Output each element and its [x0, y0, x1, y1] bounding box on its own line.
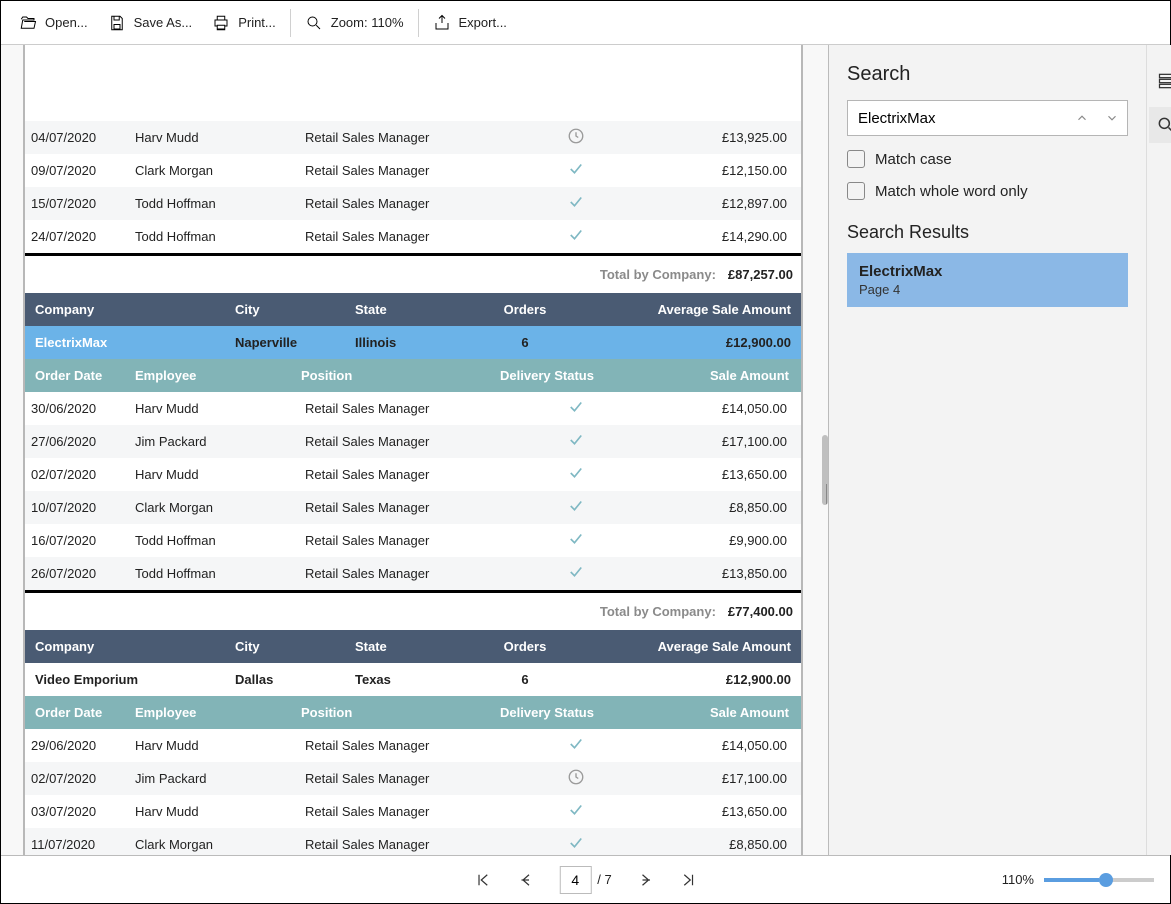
search-result-item[interactable]: ElectrixMax Page 4: [847, 253, 1128, 307]
table-row: 24/07/2020Todd HoffmanRetail Sales Manag…: [25, 220, 801, 253]
sub-header: Order DateEmployeePositionDelivery Statu…: [25, 696, 801, 729]
search-input[interactable]: [848, 110, 1067, 127]
report-page: 04/07/2020Harv MuddRetail Sales Manager£…: [23, 45, 803, 855]
open-icon: [19, 14, 37, 32]
company-row: Video EmporiumDallasTexas6£12,900.00: [25, 663, 801, 696]
print-button[interactable]: Print...: [202, 8, 286, 38]
save-icon: [108, 14, 126, 32]
toolbar: Open... Save As... Print... Zoom: 110% E…: [1, 1, 1170, 45]
parameters-icon[interactable]: [1149, 63, 1171, 99]
search-result-page: Page 4: [859, 282, 1116, 297]
pager: / 7: [471, 866, 699, 894]
table-row: 16/07/2020Todd HoffmanRetail Sales Manag…: [25, 524, 801, 557]
zoom-slider[interactable]: [1044, 878, 1154, 882]
match-case-row[interactable]: Match case: [847, 150, 1128, 168]
table-row: 03/07/2020Harv MuddRetail Sales Manager£…: [25, 795, 801, 828]
search-panel: Search Match case Match whole word only …: [829, 45, 1146, 855]
search-box: [847, 100, 1128, 136]
table-row: 30/06/2020Harv MuddRetail Sales Manager£…: [25, 392, 801, 425]
next-page-icon[interactable]: [634, 869, 656, 891]
last-page-icon[interactable]: [678, 869, 700, 891]
table-row: 15/07/2020Todd HoffmanRetail Sales Manag…: [25, 187, 801, 220]
zoom-button[interactable]: Zoom: 110%: [295, 8, 414, 38]
prev-page-icon[interactable]: [515, 869, 537, 891]
search-prev-icon[interactable]: [1067, 101, 1097, 135]
table-row: 11/07/2020Clark MorganRetail Sales Manag…: [25, 828, 801, 855]
table-row: 27/06/2020Jim PackardRetail Sales Manage…: [25, 425, 801, 458]
side-rail: [1146, 45, 1171, 855]
search-result-name: ElectrixMax: [859, 263, 1116, 280]
zoom-value: 110%: [1002, 872, 1034, 887]
open-label: Open...: [45, 15, 88, 30]
page-input[interactable]: [559, 866, 591, 894]
search-title: Search: [847, 63, 1128, 86]
total-row: Total by Company:£87,257.00: [25, 253, 801, 293]
whole-word-row[interactable]: Match whole word only: [847, 182, 1128, 200]
search-next-icon[interactable]: [1097, 101, 1127, 135]
first-page-icon[interactable]: [471, 869, 493, 891]
table-row: 26/07/2020Todd HoffmanRetail Sales Manag…: [25, 557, 801, 590]
open-button[interactable]: Open...: [9, 8, 98, 38]
whole-word-label: Match whole word only: [875, 183, 1028, 200]
group-header: CompanyCityStateOrdersAverage Sale Amoun…: [25, 630, 801, 663]
splitter-handle[interactable]: [822, 480, 828, 508]
export-label: Export...: [459, 15, 507, 30]
whole-word-checkbox[interactable]: [847, 182, 865, 200]
table-row: 02/07/2020Harv MuddRetail Sales Manager£…: [25, 458, 801, 491]
company-row: ElectrixMaxNapervilleIllinois6£12,900.00: [25, 326, 801, 359]
report-viewer[interactable]: 04/07/2020Harv MuddRetail Sales Manager£…: [1, 45, 828, 855]
match-case-label: Match case: [875, 151, 952, 168]
table-row: 02/07/2020Jim PackardRetail Sales Manage…: [25, 762, 801, 795]
match-case-checkbox[interactable]: [847, 150, 865, 168]
sub-header: Order DateEmployeePositionDelivery Statu…: [25, 359, 801, 392]
search-tab-icon[interactable]: [1149, 107, 1171, 143]
save-label: Save As...: [134, 15, 193, 30]
separator: [290, 9, 291, 37]
total-row: Total by Company:£77,400.00: [25, 590, 801, 630]
table-row: 10/07/2020Clark MorganRetail Sales Manag…: [25, 491, 801, 524]
print-icon: [212, 14, 230, 32]
table-row: 29/06/2020Harv MuddRetail Sales Manager£…: [25, 729, 801, 762]
table-row: 04/07/2020Harv MuddRetail Sales Manager£…: [25, 121, 801, 154]
separator: [418, 9, 419, 37]
search-results-title: Search Results: [847, 222, 1128, 243]
save-button[interactable]: Save As...: [98, 8, 203, 38]
table-row: 09/07/2020Clark MorganRetail Sales Manag…: [25, 154, 801, 187]
zoom-icon: [305, 14, 323, 32]
page-total: / 7: [597, 872, 611, 887]
group-header: CompanyCityStateOrdersAverage Sale Amoun…: [25, 293, 801, 326]
footer: / 7 110%: [1, 855, 1170, 903]
export-icon: [433, 14, 451, 32]
export-button[interactable]: Export...: [423, 8, 517, 38]
print-label: Print...: [238, 15, 276, 30]
zoom-control: 110%: [1002, 872, 1154, 887]
zoom-label: Zoom: 110%: [331, 15, 404, 30]
